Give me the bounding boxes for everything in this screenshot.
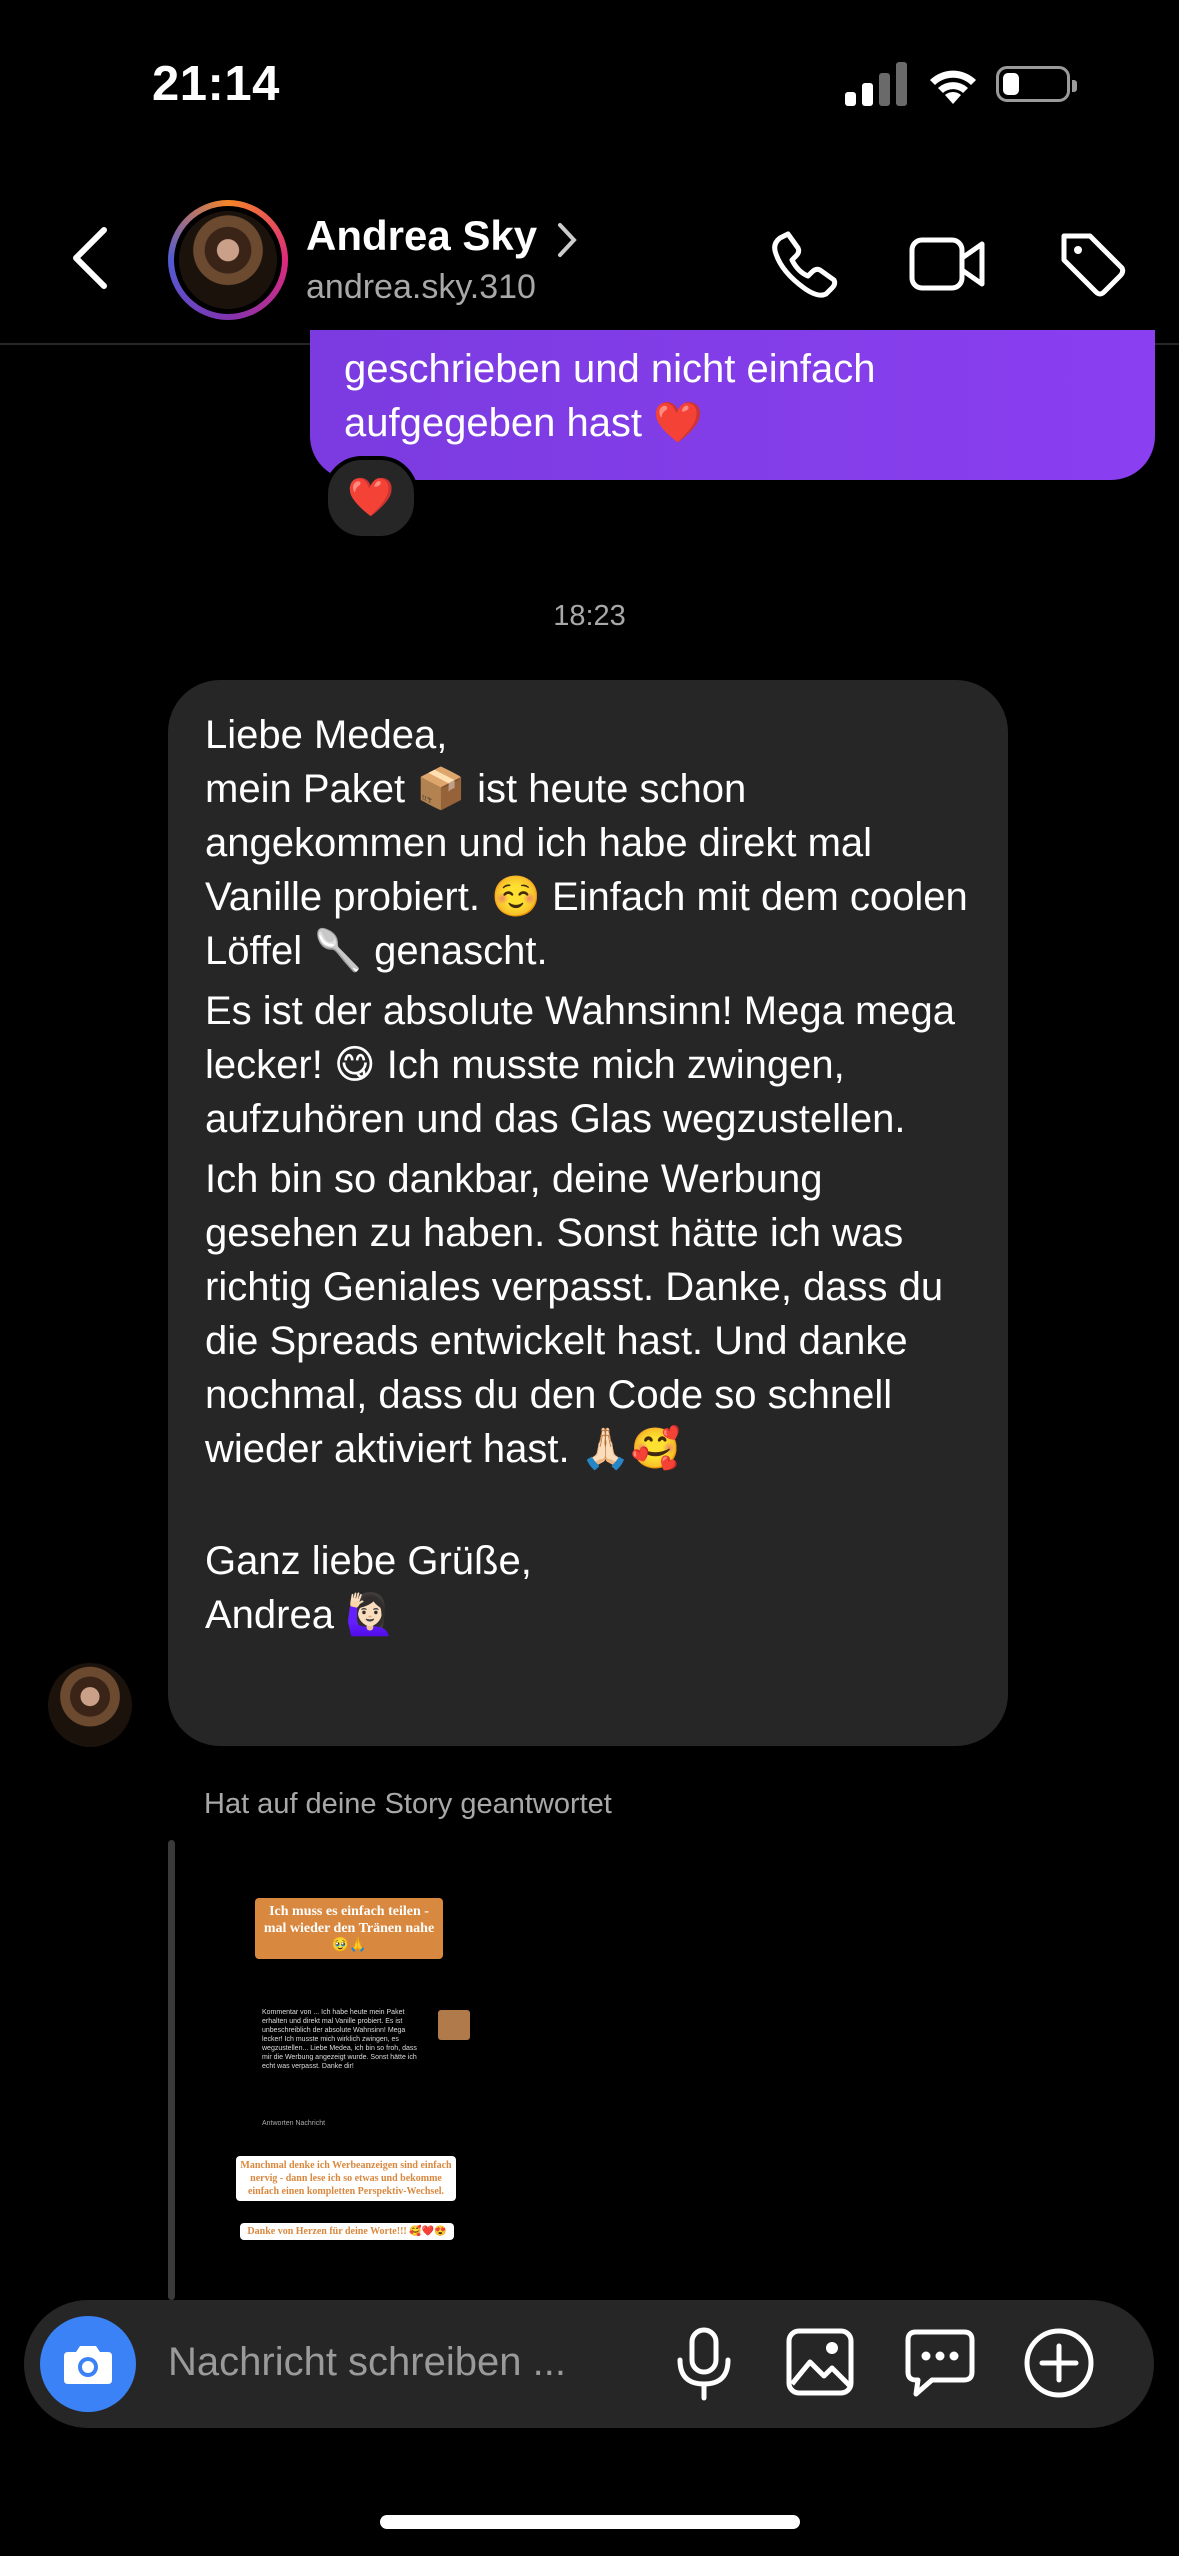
story-preview[interactable]: Ich muss es einfach teilen - mal wieder …	[210, 1838, 480, 2268]
tag-icon[interactable]	[1056, 228, 1128, 300]
story-comment-text: Kommentar von ... Ich habe heute mein Pa…	[262, 2009, 417, 2070]
sticker-chat-icon[interactable]	[902, 2326, 978, 2398]
contact-handle: andrea.sky.310	[306, 268, 536, 306]
message-paragraph: Ganz liebe Grüße, Andrea 🙋🏻‍♀️	[205, 1539, 532, 1637]
story-sticker: Ich muss es einfach teilen - mal wieder …	[255, 1898, 443, 1959]
microphone-icon[interactable]	[672, 2326, 736, 2402]
battery-icon	[996, 66, 1077, 102]
message-paragraph: Liebe Medea, mein Paket 📦 ist heute scho…	[205, 713, 968, 973]
gallery-icon[interactable]	[784, 2326, 856, 2398]
story-reply-label: Hat auf deine Story geantwortet	[204, 1788, 612, 1820]
story-reply-bar	[168, 1840, 175, 2300]
wifi-icon	[930, 70, 976, 104]
video-call-icon[interactable]	[908, 228, 986, 300]
home-indicator	[380, 2515, 800, 2529]
contact-avatar[interactable]	[168, 200, 288, 320]
camera-button[interactable]	[40, 2316, 136, 2412]
status-time: 21:14	[152, 57, 280, 111]
message-paragraph: Ich bin so dankbar, deine Werbung gesehe…	[205, 1157, 944, 1471]
contact-name[interactable]: Andrea Sky	[306, 212, 537, 260]
message-timestamp: 18:23	[553, 600, 626, 632]
story-sticker: Danke von Herzen für deine Worte!!! 🥰❤️😍	[240, 2223, 454, 2240]
back-icon[interactable]	[70, 226, 110, 290]
chevron-right-icon[interactable]	[557, 222, 577, 258]
message-paragraph: Es ist der absolute Wahnsinn! Mega mega …	[205, 989, 956, 1141]
story-sticker: Manchmal denke ich Werbeanzeigen sind ei…	[236, 2156, 456, 2201]
outgoing-line: aufgegeben hast ❤️	[344, 401, 703, 445]
cellular-signal-icon	[845, 62, 907, 106]
camera-icon	[64, 2346, 112, 2384]
outgoing-line: geschrieben und nicht einfach	[344, 347, 876, 391]
outgoing-message-text: geschrieben und nicht einfach aufgegeben…	[344, 342, 1124, 450]
story-comment-actions: Antworten Nachricht	[262, 2120, 326, 2127]
phone-call-icon[interactable]	[768, 228, 840, 300]
story-comment-thumbnail	[438, 2010, 470, 2040]
add-icon[interactable]	[1022, 2326, 1096, 2400]
heart-reaction[interactable]: ❤️	[324, 456, 418, 540]
message-input[interactable]: Nachricht schreiben ...	[168, 2340, 566, 2385]
sender-avatar[interactable]	[48, 1663, 132, 1747]
incoming-message-text: Liebe Medea, mein Paket 📦 ist heute scho…	[205, 708, 985, 1648]
